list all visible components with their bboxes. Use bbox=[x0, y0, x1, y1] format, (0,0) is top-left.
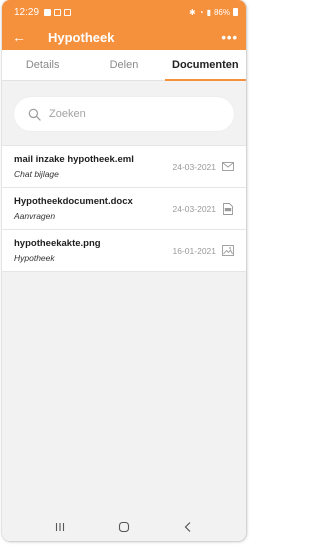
document-date: 24-03-2021 bbox=[172, 161, 216, 172]
phone-frame: 12:29 ✱ ◔ ▮ 86% ← Hypotheek ••• Details … bbox=[2, 0, 246, 541]
search-bar[interactable] bbox=[14, 97, 234, 131]
check-notification-icon bbox=[64, 8, 72, 16]
status-bar: 12:29 ✱ ◔ ▮ 86% bbox=[2, 0, 246, 24]
tab-details[interactable]: Details bbox=[2, 50, 83, 80]
status-time: 12:29 bbox=[14, 6, 40, 18]
image-icon bbox=[222, 245, 234, 256]
nav-back-icon[interactable] bbox=[182, 521, 194, 533]
tab-delen[interactable]: Delen bbox=[83, 50, 164, 80]
tab-documenten[interactable]: Documenten bbox=[164, 50, 246, 81]
tab-bar: Details Delen Documenten bbox=[2, 50, 246, 81]
page-title: Hypotheek bbox=[48, 29, 115, 45]
document-date: 16-01-2021 bbox=[172, 245, 216, 256]
battery-percentage: 86% bbox=[213, 7, 230, 17]
battery-icon bbox=[233, 8, 238, 16]
home-icon[interactable] bbox=[118, 521, 130, 533]
recents-icon[interactable] bbox=[54, 521, 66, 533]
document-date: 24-03-2021 bbox=[172, 203, 216, 214]
gallery-notification-icon bbox=[44, 8, 52, 16]
doc-file-icon bbox=[222, 202, 234, 215]
document-name: Hypotheekdocument.docx bbox=[14, 196, 133, 207]
document-category: Chat bijlage bbox=[14, 169, 59, 179]
signal-icon: ▮ bbox=[206, 7, 211, 17]
search-container bbox=[2, 81, 246, 145]
list-item[interactable]: hypotheekakte.png Hypotheek 16-01-2021 bbox=[2, 230, 246, 272]
document-category: Hypotheek bbox=[14, 253, 55, 263]
system-nav-bar bbox=[2, 513, 246, 541]
document-category: Aanvragen bbox=[14, 211, 56, 221]
search-icon bbox=[28, 108, 41, 121]
document-list: mail inzake hypotheek.eml Chat bijlage 2… bbox=[2, 145, 246, 272]
bluetooth-icon: ✱ bbox=[189, 7, 196, 17]
envelope-icon bbox=[222, 161, 234, 172]
app-bar: ← Hypotheek ••• bbox=[2, 24, 246, 50]
arrow-left-icon[interactable]: ← bbox=[12, 30, 34, 44]
document-name: hypotheekakte.png bbox=[14, 238, 101, 249]
wifi-icon: ◔ bbox=[198, 7, 204, 17]
search-input[interactable] bbox=[49, 108, 199, 120]
app-notification-icon bbox=[54, 8, 62, 16]
list-item[interactable]: mail inzake hypotheek.eml Chat bijlage 2… bbox=[2, 146, 246, 188]
more-horizontal-icon[interactable]: ••• bbox=[221, 30, 238, 45]
document-name: mail inzake hypotheek.eml bbox=[14, 154, 134, 165]
list-item[interactable]: Hypotheekdocument.docx Aanvragen 24-03-2… bbox=[2, 188, 246, 230]
